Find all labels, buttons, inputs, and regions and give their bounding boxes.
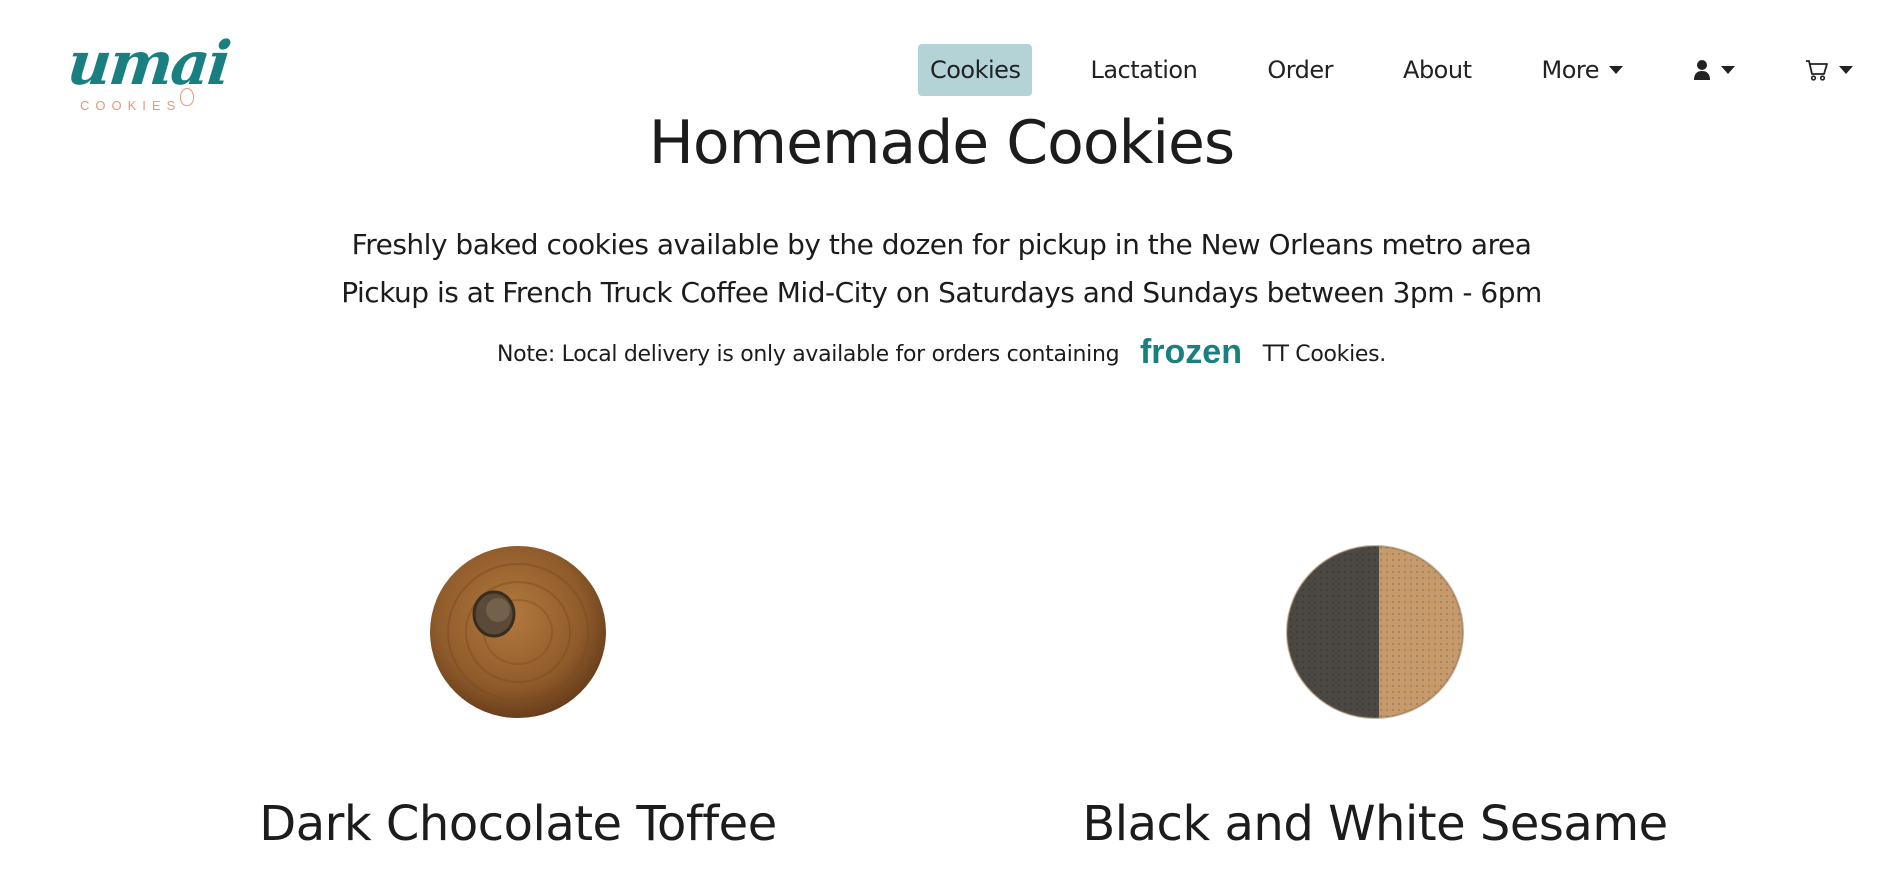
nav-item-about[interactable]: About xyxy=(1391,44,1483,96)
nav-item-lactation[interactable]: Lactation xyxy=(1078,44,1209,96)
dark-chocolate-toffee-cookie-image[interactable] xyxy=(426,540,610,724)
page-title: Homemade Cookies xyxy=(648,108,1235,178)
nav-item-label: Cookies xyxy=(929,56,1021,84)
product-name[interactable]: Black and White Sesame xyxy=(1025,796,1725,852)
nav-item-label: About xyxy=(1403,56,1472,84)
black-and-white-sesame-cookie-image[interactable] xyxy=(1283,540,1467,724)
note-prefix: Note: Local delivery is only available f… xyxy=(497,342,1120,367)
nav-item-label: More xyxy=(1541,56,1600,84)
chevron-down-icon xyxy=(1609,66,1623,74)
main-nav: Cookies Lactation Order About More xyxy=(917,44,1883,96)
nav-item-label: Lactation xyxy=(1090,56,1198,84)
delivery-note: Note: Local delivery is only available f… xyxy=(0,333,1883,372)
chevron-down-icon xyxy=(1721,66,1735,74)
note-suffix: TT Cookies. xyxy=(1262,342,1387,367)
product-name[interactable]: Dark Chocolate Toffee xyxy=(168,796,868,852)
nav-item-cookies[interactable]: Cookies xyxy=(917,44,1033,96)
nav-item-more[interactable]: More xyxy=(1530,44,1636,96)
account-menu[interactable] xyxy=(1681,44,1747,96)
user-icon xyxy=(1693,59,1711,81)
chevron-down-icon xyxy=(1839,66,1853,74)
site-logo[interactable]: umai COOKIES xyxy=(64,29,233,118)
product-card[interactable]: Black and White Sesame xyxy=(1025,540,1725,852)
page: umai COOKIES Cookies Lactation Order Abo… xyxy=(0,0,1883,871)
cart-menu[interactable] xyxy=(1793,44,1865,96)
intro-line-2: Pickup is at French Truck Coffee Mid-Cit… xyxy=(341,276,1542,309)
logo-accent-icon xyxy=(180,88,194,106)
cart-icon xyxy=(1805,59,1829,81)
intro-line-1: Freshly baked cookies available by the d… xyxy=(351,228,1532,261)
logo-wordmark: umai xyxy=(64,29,233,99)
nav-item-label: Order xyxy=(1267,56,1334,84)
product-card[interactable]: Dark Chocolate Toffee xyxy=(168,540,868,852)
note-highlight: frozen xyxy=(1139,333,1242,371)
nav-item-order[interactable]: Order xyxy=(1255,44,1345,96)
